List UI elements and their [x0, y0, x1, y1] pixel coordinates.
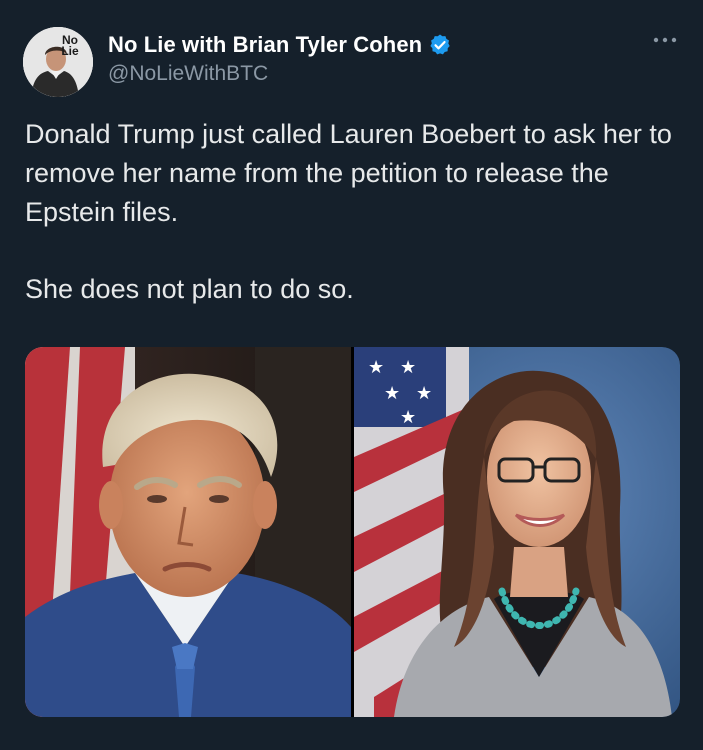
svg-text:★: ★ — [400, 357, 416, 378]
tweet-text: Donald Trump just called Lauren Boebert … — [25, 115, 685, 309]
svg-text:★: ★ — [368, 357, 384, 378]
tweet-card[interactable]: No Lie No Lie with Brian Tyler Cohen @No… — [0, 0, 703, 750]
svg-text:★: ★ — [416, 383, 432, 404]
author-display-name[interactable]: No Lie with Brian Tyler Cohen — [108, 32, 422, 58]
tweet-media[interactable]: ★ ★ ★ ★ ★ — [25, 347, 680, 717]
tweet-paragraph: Donald Trump just called Lauren Boebert … — [25, 119, 672, 227]
more-options-icon[interactable] — [650, 30, 680, 50]
boebert-portrait[interactable]: ★ ★ ★ ★ ★ — [354, 347, 680, 717]
author-handle[interactable]: @NoLieWithBTC — [108, 62, 268, 86]
svg-text:★: ★ — [400, 407, 416, 428]
tweet-paragraph: She does not plan to do so. — [25, 274, 354, 304]
avatar-logo-text: No Lie — [61, 33, 79, 58]
author-avatar[interactable]: No Lie — [23, 27, 93, 97]
verified-badge-icon — [430, 34, 450, 55]
trump-portrait[interactable] — [25, 347, 351, 717]
author-name-row[interactable]: No Lie with Brian Tyler Cohen — [108, 28, 452, 62]
svg-text:★: ★ — [384, 383, 400, 404]
